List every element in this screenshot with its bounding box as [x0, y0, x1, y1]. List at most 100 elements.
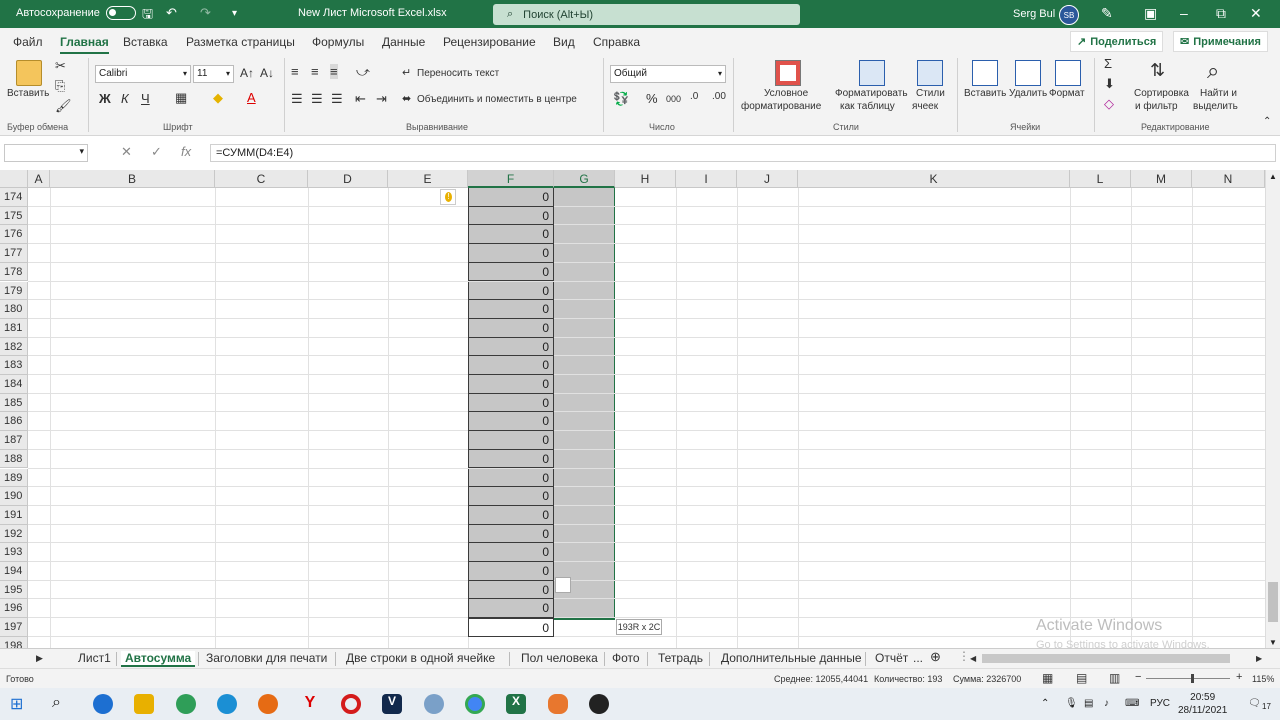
format-painter-icon[interactable]: 🖌: [55, 98, 72, 114]
align-left-icon[interactable]: ☰: [291, 91, 303, 107]
toggle-switch-icon[interactable]: [105, 6, 136, 20]
cell-f[interactable]: 0: [468, 356, 554, 375]
orientation-icon[interactable]: ⤻: [356, 64, 370, 80]
zoom-slider-handle[interactable]: [1191, 674, 1194, 683]
cell-f[interactable]: 0: [468, 618, 554, 637]
cell-f[interactable]: 0: [468, 375, 554, 394]
quick-analysis-icon[interactable]: [555, 577, 571, 593]
col-header-n[interactable]: N: [1192, 170, 1265, 188]
sheet-tab-5[interactable]: Пол человека: [521, 651, 598, 665]
cell-styles-icon[interactable]: [917, 60, 943, 86]
cancel-icon[interactable]: ✕: [121, 144, 132, 160]
align-center-icon[interactable]: ☰: [311, 91, 323, 107]
undo-icon[interactable]: ↶: [166, 5, 177, 21]
clock[interactable]: 20:59 28/11/2021: [1178, 691, 1227, 717]
row-header[interactable]: 191: [0, 505, 28, 525]
tab-home[interactable]: Главная: [60, 35, 109, 55]
ribbon-display-icon[interactable]: ▣: [1144, 5, 1157, 22]
cell-f[interactable]: 0: [468, 188, 554, 207]
sheet-tab-7[interactable]: Тетрадь: [658, 651, 703, 665]
chevron-down-icon[interactable]: ▾: [79, 146, 84, 157]
sheet-tab-4[interactable]: Две строки в одной ячейке: [346, 651, 495, 665]
share-button[interactable]: ↗ Поделиться: [1070, 31, 1164, 52]
row-header[interactable]: 193: [0, 543, 28, 562]
row-header[interactable]: 188: [0, 449, 28, 469]
count-value[interactable]: Количество: 193: [874, 674, 942, 684]
search-icon[interactable]: ⌕: [52, 694, 72, 714]
hscroll-right-icon[interactable]: ▶: [1256, 654, 1262, 663]
row-header[interactable]: 185: [0, 393, 28, 413]
redo-icon[interactable]: ↷: [200, 5, 211, 21]
decrease-indent-icon[interactable]: ⇤: [355, 91, 366, 107]
save-icon[interactable]: 🖫: [142, 5, 153, 27]
conditional-formatting-label-2[interactable]: форматирование: [741, 101, 821, 112]
col-header-h[interactable]: H: [615, 170, 676, 188]
avatar[interactable]: SB: [1059, 5, 1079, 25]
sheet-tab-8[interactable]: Дополнительные данные: [721, 651, 862, 665]
cell-f[interactable]: 0: [468, 431, 554, 450]
keyboard-icon[interactable]: ⌨: [1125, 698, 1139, 709]
row-header[interactable]: 174: [0, 188, 28, 207]
app-icon-2[interactable]: [424, 694, 444, 714]
row-header[interactable]: 192: [0, 524, 28, 544]
italic-button[interactable]: К: [121, 91, 129, 106]
cell-f[interactable]: 0: [468, 281, 554, 301]
insert-function-icon[interactable]: fx: [181, 144, 191, 159]
language-indicator[interactable]: РУС: [1150, 698, 1170, 709]
row-header[interactable]: 189: [0, 468, 28, 488]
sheet-tab-1[interactable]: Лист1: [78, 651, 111, 665]
increase-font-icon[interactable]: A↑: [240, 66, 254, 80]
align-bottom-icon[interactable]: ≡: [330, 64, 338, 79]
row-header[interactable]: 179: [0, 281, 28, 301]
col-header-m[interactable]: M: [1131, 170, 1192, 188]
windows-start-icon[interactable]: ⊞: [10, 694, 30, 714]
zoom-level[interactable]: 115%: [1252, 674, 1274, 684]
col-header-d[interactable]: D: [308, 170, 388, 188]
row-header[interactable]: 187: [0, 431, 28, 450]
sort-filter-label-2[interactable]: и фильтр: [1135, 101, 1178, 112]
fill-icon[interactable]: ⬇: [1104, 76, 1115, 92]
col-header-i[interactable]: I: [676, 170, 737, 188]
tab-help[interactable]: Справка: [593, 35, 640, 49]
paste-icon[interactable]: [16, 60, 42, 86]
tab-page-layout[interactable]: Разметка страницы: [186, 35, 295, 49]
clear-icon[interactable]: ◇: [1104, 96, 1114, 112]
cell-f[interactable]: 0: [468, 449, 554, 469]
cell-f[interactable]: 0: [468, 543, 554, 562]
row-header[interactable]: 196: [0, 599, 28, 619]
normal-view-icon[interactable]: ▦: [1042, 671, 1053, 685]
align-top-icon[interactable]: ≡: [291, 64, 299, 79]
autosum-icon[interactable]: Σ: [1104, 56, 1112, 71]
tab-review[interactable]: Рецензирование: [443, 35, 536, 49]
align-right-icon[interactable]: ☰: [331, 91, 343, 107]
scrollbar-thumb[interactable]: [1268, 582, 1278, 622]
page-layout-icon[interactable]: ▤: [1076, 671, 1087, 685]
close-icon[interactable]: ✕: [1250, 5, 1262, 22]
tab-view[interactable]: Вид: [553, 35, 575, 49]
currency-icon[interactable]: 💱: [613, 91, 629, 107]
row-header[interactable]: 197: [0, 618, 28, 637]
horizontal-scrollbar-thumb[interactable]: [982, 654, 1230, 663]
wifi-icon[interactable]: ▤: [1084, 698, 1093, 709]
font-color-icon[interactable]: A: [247, 90, 256, 105]
thousands-icon[interactable]: 000: [666, 94, 681, 104]
cell-f[interactable]: 0: [468, 318, 554, 338]
delete-cells-icon[interactable]: [1015, 60, 1041, 86]
row-header[interactable]: 190: [0, 487, 28, 506]
sheet-tab-2[interactable]: Автосумма: [121, 651, 196, 667]
cell-f[interactable]: 0: [468, 562, 554, 581]
app-icon-v[interactable]: V: [382, 694, 402, 714]
row-header[interactable]: 178: [0, 262, 28, 282]
conditional-formatting-icon[interactable]: [775, 60, 801, 86]
cell-f[interactable]: 0: [468, 244, 554, 263]
wrap-text-button[interactable]: Переносить текст: [417, 68, 499, 79]
merge-center-button[interactable]: Объединить и поместить в центре: [417, 94, 577, 105]
user-name[interactable]: Serg Bul: [1013, 8, 1055, 20]
opera-icon[interactable]: [341, 694, 361, 714]
conditional-formatting-label-1[interactable]: Условное: [764, 88, 808, 99]
scroll-up-icon[interactable]: ▲: [1269, 172, 1277, 181]
customize-quick-access-icon[interactable]: ▾: [232, 8, 237, 19]
paste-button[interactable]: Вставить: [7, 88, 49, 99]
underline-button[interactable]: Ч: [141, 91, 150, 106]
excel-icon[interactable]: X: [506, 694, 526, 714]
